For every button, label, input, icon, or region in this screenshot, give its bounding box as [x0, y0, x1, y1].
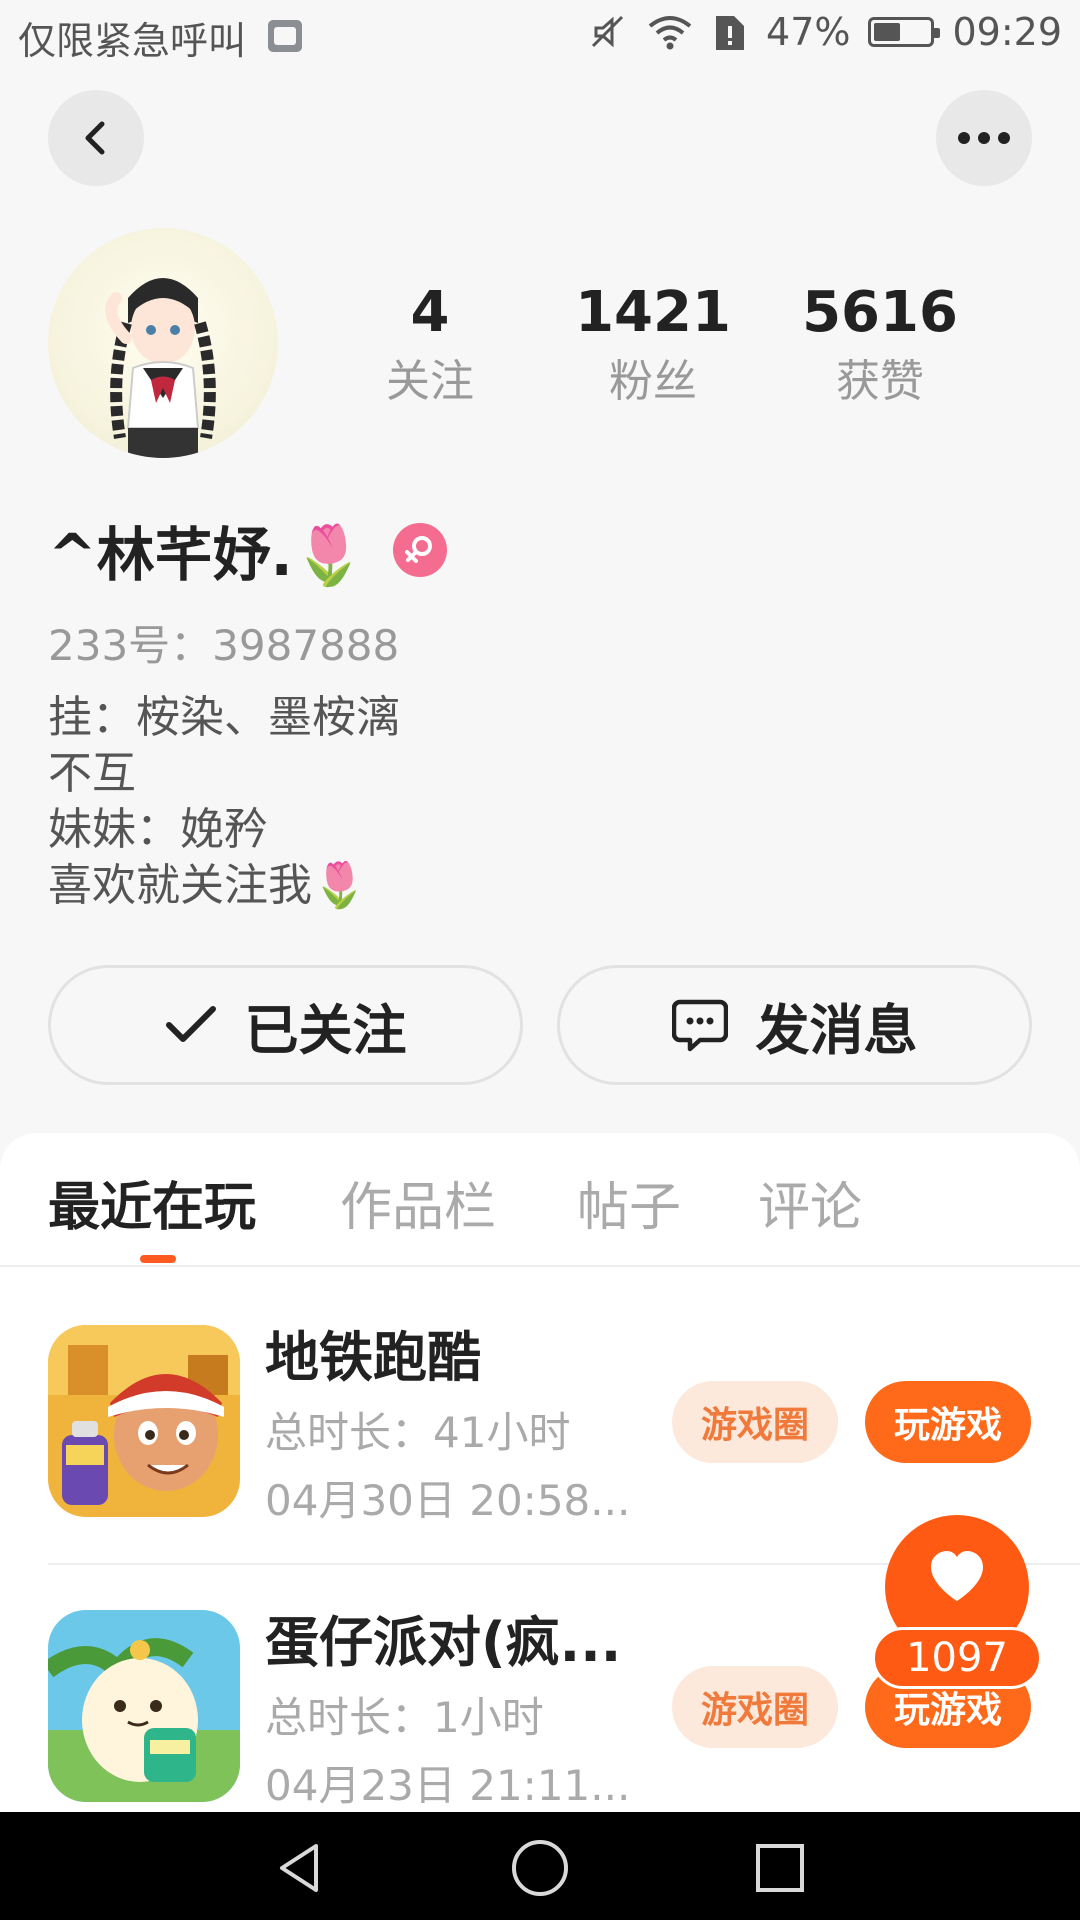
stat-following[interactable]: 4 关注 — [330, 280, 530, 412]
stat-value: 1421 — [575, 280, 731, 345]
tab-recent-playing[interactable]: 最近在玩 — [48, 1165, 256, 1240]
stat-label: 关注 — [386, 356, 474, 407]
battery-percent: 47% — [766, 10, 851, 54]
game-icon-eggy-party[interactable] — [48, 1610, 240, 1802]
bio: 挂：桉染、墨桉漓 不互 妹妹：娩矜 喜欢就关注我🌷 — [48, 690, 400, 914]
more-dots-icon — [958, 132, 1010, 144]
tab-comments[interactable]: 评论 — [758, 1165, 862, 1240]
stat-label: 获赞 — [836, 356, 924, 407]
stat-value: 5616 — [802, 280, 958, 345]
bio-line: 妹妹：娩矜 — [48, 804, 268, 855]
bio-line: 喜欢就关注我🌷 — [48, 860, 367, 911]
checkmark-icon — [165, 1006, 216, 1042]
game-duration: 总时长：41小时 — [265, 1408, 571, 1457]
bio-line: 挂：桉染、墨桉漓 — [48, 692, 400, 743]
follow-label: 已关注 — [244, 998, 407, 1062]
chevron-left-icon — [85, 121, 105, 155]
tab-indicator — [140, 1255, 176, 1263]
stat-label: 粉丝 — [609, 356, 697, 407]
like-count: 1097 — [872, 1627, 1042, 1689]
play-game-button[interactable]: 玩游戏 — [865, 1381, 1031, 1463]
image-notification-icon — [268, 20, 302, 52]
mute-icon — [591, 15, 624, 48]
tab-works[interactable]: 作品栏 — [340, 1165, 496, 1240]
stat-likes[interactable]: 5616 获赞 — [780, 280, 980, 412]
female-icon — [392, 523, 447, 577]
wifi-icon — [648, 16, 692, 50]
game-title: 地铁跑酷 — [265, 1326, 481, 1389]
name-row: ^林芊妤.🌷 — [48, 510, 447, 590]
clock: 09:29 — [952, 10, 1062, 54]
tab-divider — [0, 1265, 1080, 1267]
game-title: 蛋仔派对(疯... — [265, 1611, 622, 1674]
user-name: ^林芊妤.🌷 — [48, 521, 365, 589]
carrier-text: 仅限紧急呼叫 — [18, 19, 247, 63]
chat-bubble-icon — [671, 999, 728, 1052]
status-bar: 仅限紧急呼叫 47% 09:29 — [0, 0, 1080, 75]
more-button[interactable] — [936, 90, 1032, 186]
message-label: 发消息 — [755, 998, 918, 1062]
stat-value: 4 — [410, 280, 450, 345]
follow-button[interactable]: 已关注 — [48, 965, 523, 1085]
user-id: 233号：3987888 — [48, 621, 400, 670]
tab-posts[interactable]: 帖子 — [577, 1165, 681, 1240]
status-right-group: 47% 09:29 — [588, 10, 1062, 54]
battery-icon — [868, 17, 941, 47]
game-circle-button[interactable]: 游戏圈 — [672, 1381, 838, 1463]
message-button[interactable]: 发消息 — [557, 965, 1032, 1085]
nav-recents-icon[interactable] — [752, 1840, 808, 1896]
bio-line: 不互 — [48, 748, 136, 799]
system-nav-bar — [0, 1812, 1080, 1920]
stat-followers[interactable]: 1421 粉丝 — [553, 280, 753, 412]
nav-home-icon[interactable] — [510, 1838, 570, 1898]
nav-back-icon[interactable] — [272, 1840, 328, 1896]
game-icon-subway-surfers[interactable] — [48, 1325, 240, 1517]
game-date: 04月23日 21:11... — [265, 1761, 631, 1810]
game-circle-button[interactable]: 游戏圈 — [672, 1666, 838, 1748]
back-button[interactable] — [48, 90, 144, 186]
game-duration: 总时长：1小时 — [265, 1693, 544, 1742]
sim-card-icon — [716, 16, 745, 50]
avatar[interactable] — [48, 228, 278, 458]
avatar-image — [105, 278, 216, 458]
heart-icon — [931, 1551, 983, 1601]
game-date: 04月30日 20:58... — [265, 1476, 631, 1525]
